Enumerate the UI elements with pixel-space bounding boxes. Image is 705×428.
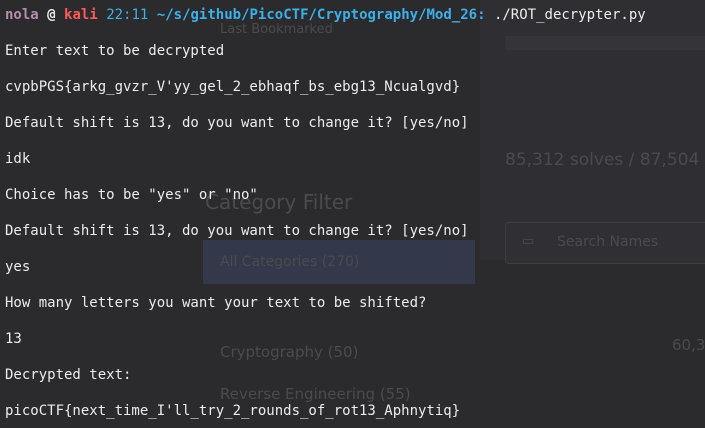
terminal-line: idk	[5, 151, 31, 167]
shell-prompt: nola @ kali 22:11 ~/s/github/PicoCTF/Cry…	[5, 6, 646, 24]
terminal-line: picoCTF{next_time_I'll_try_2_rounds_of_r…	[5, 403, 461, 419]
terminal-line: Default shift is 13, do you want to chan…	[5, 115, 469, 131]
terminal-line: Default shift is 13, do you want to chan…	[5, 223, 469, 239]
prompt-at: @	[47, 7, 56, 23]
terminal-window[interactable]: nola @ kali 22:11 ~/s/github/PicoCTF/Cry…	[0, 0, 705, 428]
prompt-host: kali	[64, 7, 98, 23]
prompt-command: ./ROT_decrypter.py	[493, 7, 646, 23]
terminal-line: 13	[5, 331, 22, 347]
prompt-time: 22:11	[106, 7, 149, 23]
terminal-line: Enter text to be decrypted	[5, 43, 225, 59]
terminal-line: How many letters you want your text to b…	[5, 295, 427, 311]
prompt-user: nola	[5, 7, 39, 23]
terminal-line: cvpbPGS{arkg_gvzr_V'yy_gel_2_ebhaqf_bs_e…	[5, 79, 461, 95]
terminal-line: yes	[5, 259, 31, 275]
terminal-line: Choice has to be "yes" or "no"	[5, 187, 258, 203]
prompt-path: ~/s/github/PicoCTF/Cryptography/Mod_26:	[156, 7, 486, 23]
terminal-line: Decrypted text:	[5, 367, 132, 383]
